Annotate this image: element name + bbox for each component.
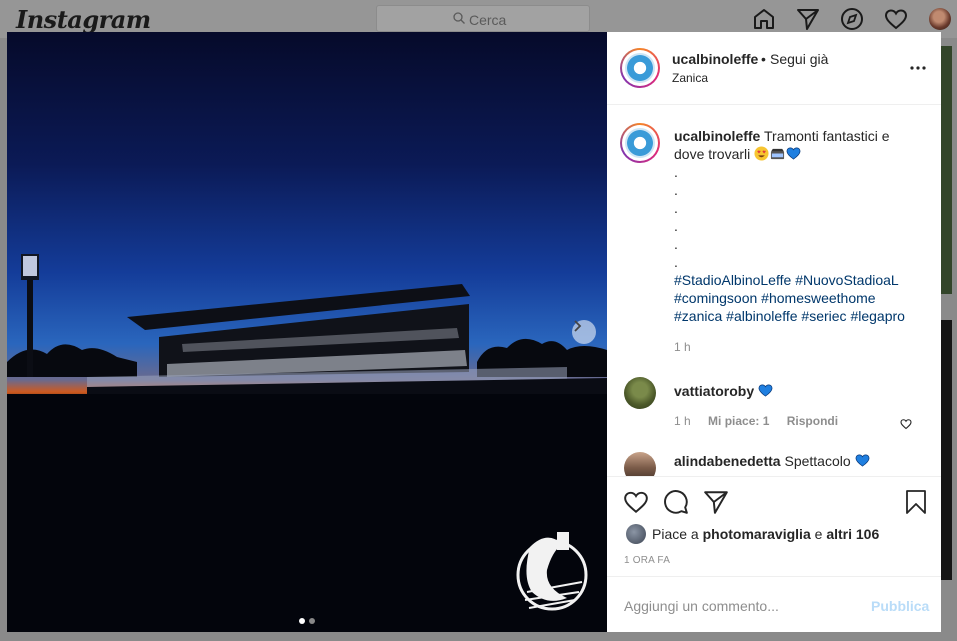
hashtag-link[interactable]: #legapro	[850, 308, 905, 324]
hashtag-link[interactable]: #seriec	[801, 308, 846, 324]
author-avatar[interactable]	[620, 48, 660, 88]
reply-button[interactable]: Rispondi	[787, 414, 838, 428]
comment-icon[interactable]	[663, 489, 689, 515]
liker-username[interactable]: photomaraviglia	[703, 526, 811, 542]
post-timestamp[interactable]: 1 ORA FA	[624, 555, 670, 566]
hashtag-link[interactable]: #NuovoStadioaL	[795, 272, 899, 288]
comment-text: Spettacolo	[784, 453, 851, 469]
save-icon[interactable]	[904, 489, 928, 515]
commenter-avatar[interactable]	[624, 452, 656, 476]
share-icon[interactable]	[703, 489, 729, 515]
hashtag-link[interactable]: #albinoleffe	[726, 308, 797, 324]
comment-username[interactable]: vattiatoroby	[674, 383, 754, 399]
hashtag-link[interactable]: #StadioAlbinoLeffe	[674, 272, 791, 288]
post-modal: ucalbinoleffe • Segui già Zanica ucalbin…	[7, 32, 941, 632]
next-image-button[interactable]	[572, 320, 596, 344]
post-sidebar: ucalbinoleffe • Segui già Zanica ucalbin…	[607, 32, 941, 632]
author-username[interactable]: ucalbinoleffe	[672, 51, 758, 67]
caption-hashtags: #StadioAlbinoLeffe #NuovoStadioaL #comin…	[674, 271, 914, 325]
stadium-sunset-photo	[7, 254, 607, 632]
comment-username[interactable]: alindabenedetta	[674, 453, 781, 469]
hashtag-link[interactable]: #homesweethome	[761, 290, 875, 306]
caption: ucalbinoleffe Tramonti fantastici e dove…	[674, 127, 914, 325]
comment-like-icon[interactable]	[900, 418, 912, 430]
search-icon	[453, 12, 465, 24]
post-image[interactable]	[7, 32, 607, 632]
instagram-logo[interactable]: Instagram	[16, 5, 151, 34]
add-comment-bar: Aggiungi un commento... Pubblica	[607, 576, 941, 633]
post-actions: Piace a photomaraviglia e altri 106 1 OR…	[607, 476, 941, 577]
blue-heart-emoji	[786, 147, 801, 160]
carousel-dot	[309, 618, 315, 624]
liker-avatar[interactable]	[626, 524, 646, 544]
likes-joiner: e	[814, 526, 823, 542]
hashtag-link[interactable]: #zanica	[674, 308, 722, 324]
caption-dots: . . . . . .	[674, 164, 678, 270]
background-post-thumbnail	[941, 46, 952, 294]
profile-avatar[interactable]	[929, 8, 951, 30]
direct-icon[interactable]	[796, 7, 820, 31]
likes-prefix: Piace a	[652, 526, 699, 542]
caption-text-line1: Tramonti fantastici e	[764, 128, 890, 144]
comment-likes[interactable]: Mi piace: 1	[708, 414, 769, 428]
post-location[interactable]: Zanica	[672, 71, 708, 85]
comment: alindabenedetta Spettacolo	[674, 453, 871, 469]
post-header: ucalbinoleffe • Segui già Zanica	[607, 32, 941, 105]
comment-timestamp[interactable]: 1 h	[674, 414, 691, 428]
like-icon[interactable]	[623, 489, 649, 515]
commenter-avatar[interactable]	[624, 377, 656, 409]
comment-input[interactable]: Aggiungi un commento...	[624, 598, 779, 614]
separator-dot: •	[761, 51, 766, 67]
hashtag-link[interactable]: #comingsoon	[674, 290, 757, 306]
caption-text-line2: dove trovarli	[674, 146, 751, 162]
explore-icon[interactable]	[840, 7, 864, 31]
carousel-indicator	[299, 611, 319, 629]
activity-icon[interactable]	[884, 7, 908, 31]
search-box[interactable]: Cerca	[376, 5, 590, 32]
carousel-dot-active	[299, 618, 305, 624]
chevron-right-icon	[574, 320, 582, 332]
comment: vattiatoroby	[674, 383, 774, 399]
caption-timestamp[interactable]: 1 h	[674, 340, 691, 354]
caption-username[interactable]: ucalbinoleffe	[674, 128, 760, 144]
comment-meta: 1 h Mi piace: 1 Rispondi	[674, 414, 852, 428]
more-options-icon[interactable]	[910, 66, 926, 70]
caption-author-avatar[interactable]	[620, 123, 660, 163]
publish-button[interactable]: Pubblica	[871, 598, 929, 614]
background-post-thumbnail	[941, 320, 952, 580]
likes-others[interactable]: altri 106	[826, 526, 879, 542]
blue-heart-emoji	[855, 454, 869, 467]
likes-summary: Piace a photomaraviglia e altri 106	[652, 526, 879, 542]
stadium-emoji	[771, 148, 785, 160]
blue-heart-emoji	[758, 384, 773, 397]
home-icon[interactable]	[752, 7, 776, 31]
search-placeholder: Cerca	[469, 12, 507, 28]
heart-eyes-emoji	[754, 146, 769, 161]
follow-status-button[interactable]: Segui già	[770, 51, 828, 67]
comments-section: ucalbinoleffe Tramonti fantastici e dove…	[607, 105, 941, 476]
